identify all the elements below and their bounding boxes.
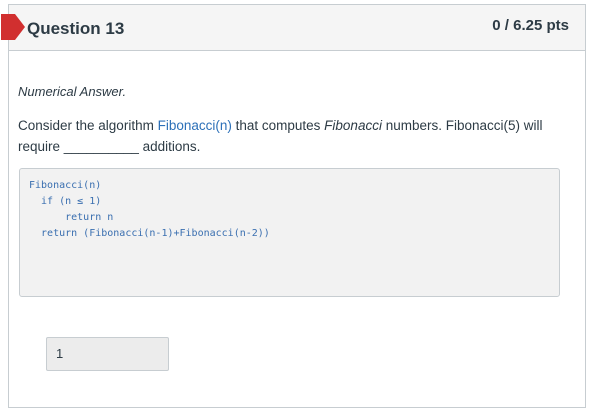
code-line: Fibonacci(n) [29,180,102,191]
code-block: Fibonacci(n) if (n ≤ 1) return n return … [19,168,560,297]
question-header: Question 13 0 / 6.25 pts [1,5,585,51]
answer-input[interactable]: 1 [46,337,169,371]
code-line: return n [29,212,114,223]
question-type-label: Numerical Answer. [18,84,127,99]
incorrect-flag-icon [1,14,25,40]
code-line: return (Fibonacci(n-1)+Fibonacci(n-2)) [29,228,270,239]
prompt-function-name: Fibonacci(n) [157,118,232,133]
prompt-text-2: that computes [231,118,325,133]
prompt-italic-word: Fibonacci [324,118,382,133]
prompt-text-1: Consider the algorithm [18,118,158,133]
question-title: Question 13 [27,19,125,38]
question-prompt: Consider the algorithm Fibonacci(n) that… [18,115,560,157]
code-line: if (n ≤ 1) [29,196,102,207]
question-points: 0 / 6.25 pts [492,17,569,34]
question-body: Numerical Answer. Consider the algorithm… [18,84,560,157]
